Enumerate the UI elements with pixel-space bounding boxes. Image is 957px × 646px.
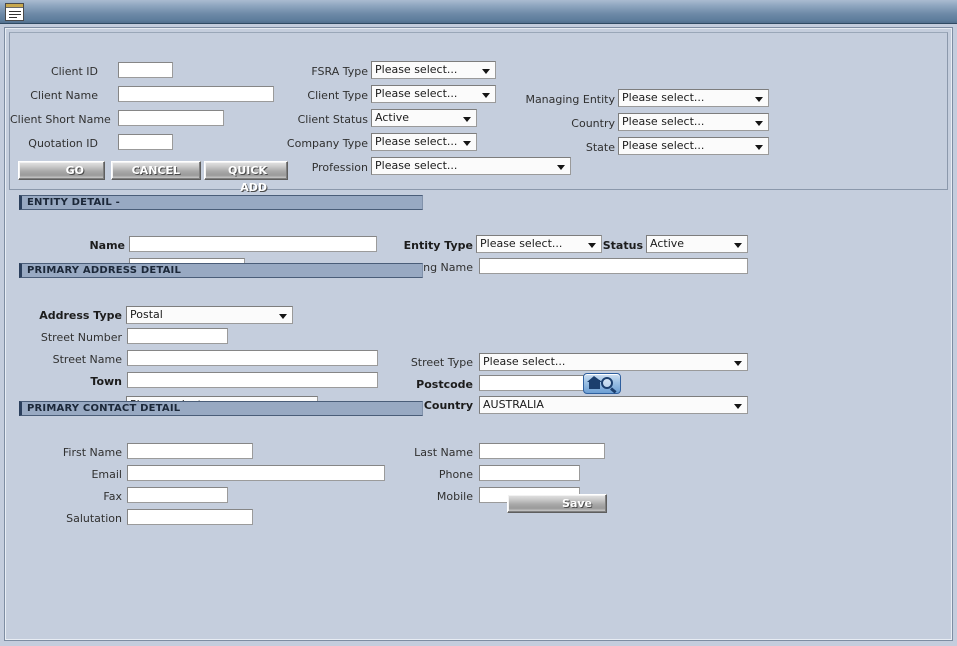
- profession-label: Profession: [311, 161, 368, 174]
- primary-address-detail-section-header: PRIMARY ADDRESS DETAIL: [19, 263, 423, 278]
- client-id-label: Client ID: [50, 65, 98, 78]
- quotation-id-input[interactable]: [118, 134, 173, 150]
- state-select[interactable]: Please select...: [618, 137, 769, 155]
- phone-input[interactable]: [479, 465, 580, 481]
- chevron-down-icon: [734, 404, 742, 409]
- save-button[interactable]: Save: [507, 494, 607, 513]
- fax-input[interactable]: [127, 487, 228, 503]
- country-value: Please select...: [622, 115, 705, 128]
- go-button[interactable]: GO: [18, 161, 105, 180]
- chevron-down-icon: [279, 314, 287, 319]
- company-type-select[interactable]: Please select...: [371, 133, 477, 151]
- first-name-input[interactable]: [127, 443, 253, 459]
- street-type-label: Street Type: [410, 356, 473, 369]
- company-type-value: Please select...: [375, 135, 458, 148]
- last-name-label: Last Name: [414, 446, 473, 459]
- company-type-label: Company Type: [286, 137, 368, 150]
- client-status-select[interactable]: Active: [371, 109, 477, 127]
- street-name-label: Street Name: [52, 353, 122, 366]
- postcode-input[interactable]: [479, 375, 584, 391]
- application-page: Client ID Client Name Client Short Name …: [4, 27, 953, 641]
- address-country-select[interactable]: AUSTRALIA: [479, 396, 748, 414]
- quick-add-button[interactable]: QUICK ADD: [204, 161, 288, 194]
- last-name-input[interactable]: [479, 443, 605, 459]
- street-number-input[interactable]: [127, 328, 228, 344]
- client-name-label: Client Name: [30, 89, 98, 102]
- chevron-down-icon: [463, 141, 471, 146]
- email-input[interactable]: [127, 465, 385, 481]
- address-lookup-icon[interactable]: [583, 373, 621, 394]
- client-status-label: Client Status: [297, 113, 368, 126]
- client-id-input[interactable]: [118, 62, 173, 78]
- country-select[interactable]: Please select...: [618, 113, 769, 131]
- chevron-down-icon: [734, 361, 742, 366]
- entity-name-label: Name: [89, 239, 125, 252]
- profession-select[interactable]: Please select...: [371, 157, 571, 175]
- entity-type-value: Please select...: [480, 237, 563, 250]
- street-name-input[interactable]: [127, 350, 378, 366]
- managing-entity-value: Please select...: [622, 91, 705, 104]
- client-search-panel: Client ID Client Name Client Short Name …: [9, 32, 948, 194]
- client-name-input[interactable]: [118, 86, 274, 102]
- entity-name-input[interactable]: [129, 236, 377, 252]
- profession-value: Please select...: [375, 159, 458, 172]
- primary-contact-detail-section-header: PRIMARY CONTACT DETAIL: [19, 401, 423, 416]
- fsra-type-label: FSRA Type: [311, 65, 368, 78]
- state-value: Please select...: [622, 139, 705, 152]
- client-short-name-input[interactable]: [118, 110, 224, 126]
- address-type-label: Address Type: [39, 309, 122, 322]
- address-type-value: Postal: [130, 308, 163, 321]
- entity-type-select[interactable]: Please select...: [476, 235, 602, 253]
- entity-detail-section-header: ENTITY DETAIL -: [19, 195, 423, 210]
- fax-label: Fax: [103, 490, 122, 503]
- chevron-down-icon: [755, 97, 763, 102]
- managing-entity-select[interactable]: Please select...: [618, 89, 769, 107]
- client-type-label: Client Type: [307, 89, 368, 102]
- street-number-label: Street Number: [40, 331, 122, 344]
- window-titlebar: [0, 0, 957, 24]
- cancel-button[interactable]: CANCEL: [111, 161, 201, 180]
- email-label: Email: [91, 468, 122, 481]
- town-label: Town: [90, 375, 122, 388]
- fsra-type-select[interactable]: Please select...: [371, 61, 496, 79]
- client-type-select[interactable]: Please select...: [371, 85, 496, 103]
- chevron-down-icon: [482, 93, 490, 98]
- street-type-value: Please select...: [483, 355, 566, 368]
- chevron-down-icon: [463, 117, 471, 122]
- postcode-label: Postcode: [416, 378, 473, 391]
- state-label: State: [585, 141, 615, 154]
- client-status-value: Active: [375, 111, 410, 124]
- town-input[interactable]: [127, 372, 378, 388]
- fsra-type-value: Please select...: [375, 63, 458, 76]
- address-type-select[interactable]: Postal: [126, 306, 293, 324]
- client-type-value: Please select...: [375, 87, 458, 100]
- trading-name-input[interactable]: [479, 258, 748, 274]
- first-name-label: First Name: [62, 446, 122, 459]
- client-short-name-label: Client Short Name: [10, 113, 111, 126]
- chevron-down-icon: [755, 145, 763, 150]
- phone-label: Phone: [438, 468, 473, 481]
- managing-entity-label: Managing Entity: [525, 93, 615, 106]
- chevron-down-icon: [734, 243, 742, 248]
- chevron-down-icon: [588, 243, 596, 248]
- entity-status-select[interactable]: Active: [646, 235, 748, 253]
- entity-type-label: Entity Type: [403, 239, 473, 252]
- chevron-down-icon: [755, 121, 763, 126]
- document-window-icon: [5, 3, 24, 21]
- mobile-label: Mobile: [436, 490, 473, 503]
- quotation-id-label: Quotation ID: [28, 137, 98, 150]
- salutation-label: Salutation: [66, 512, 122, 525]
- chevron-down-icon: [482, 69, 490, 74]
- street-type-select[interactable]: Please select...: [479, 353, 748, 371]
- chevron-down-icon: [557, 165, 565, 170]
- country-label: Country: [571, 117, 615, 130]
- entity-status-label: Status: [602, 239, 643, 252]
- salutation-input[interactable]: [127, 509, 253, 525]
- entity-status-value: Active: [650, 237, 685, 250]
- address-country-value: AUSTRALIA: [483, 398, 544, 411]
